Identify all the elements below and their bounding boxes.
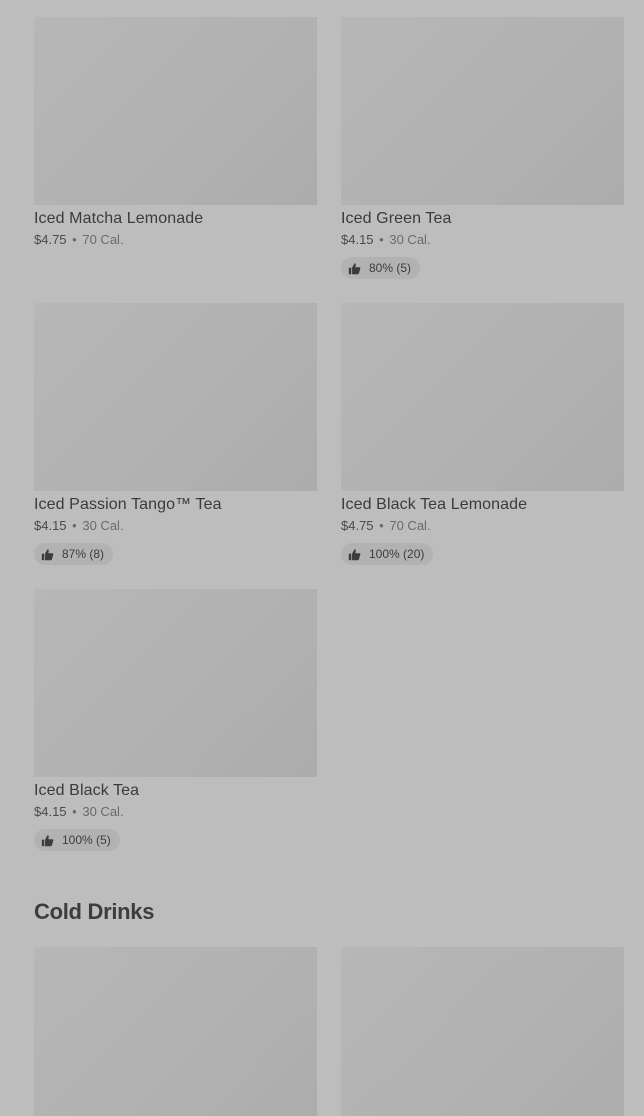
product-name: Iced Black Tea Lemonade bbox=[341, 496, 528, 513]
menu-page: Iced Matcha Lemonade $4.75 • 70 Cal. Ice… bbox=[0, 0, 644, 1116]
product-card-iced-passion-tango-tea[interactable]: Iced Passion Tango™ Tea $4.15 • 30 Cal. … bbox=[34, 303, 317, 589]
product-meta: $4.15 • 30 Cal. bbox=[341, 232, 624, 248]
thumbs-up-icon bbox=[348, 548, 361, 560]
product-calories: 30 Cal. bbox=[82, 518, 124, 533]
rating-value: 80% (5) bbox=[369, 261, 412, 275]
product-image[interactable] bbox=[341, 947, 624, 1116]
separator-dot: • bbox=[379, 518, 384, 533]
product-grid: Iced Matcha Lemonade $4.75 • 70 Cal. Ice… bbox=[34, 17, 624, 875]
product-calories: 30 Cal. bbox=[389, 232, 431, 247]
separator-dot: • bbox=[379, 232, 384, 247]
product-card-iced-matcha-lemonade[interactable]: Iced Matcha Lemonade $4.75 • 70 Cal. bbox=[34, 17, 317, 303]
cold-drinks-grid bbox=[34, 947, 624, 1116]
separator-dot: • bbox=[72, 232, 77, 247]
product-name: Iced Green Tea bbox=[341, 210, 452, 227]
product-price: $4.15 bbox=[34, 804, 67, 819]
thumbs-up-icon bbox=[348, 262, 361, 274]
thumbs-up-icon bbox=[41, 834, 54, 846]
separator-dot: • bbox=[72, 518, 77, 533]
rating-badge: 80% (5) bbox=[341, 257, 421, 279]
rating-value: 100% (5) bbox=[62, 833, 111, 847]
product-calories: 70 Cal. bbox=[82, 232, 124, 247]
product-price: $4.15 bbox=[34, 518, 67, 533]
product-meta: $4.75 • 70 Cal. bbox=[34, 232, 317, 248]
product-image[interactable] bbox=[34, 17, 317, 205]
product-meta: $4.15 • 30 Cal. bbox=[34, 518, 317, 534]
product-calories: 30 Cal. bbox=[82, 804, 124, 819]
product-price: $4.75 bbox=[341, 518, 374, 533]
product-name: Iced Matcha Lemonade bbox=[34, 210, 204, 227]
product-name: Iced Black Tea bbox=[34, 782, 140, 799]
rating-badge: 100% (5) bbox=[34, 829, 120, 851]
product-card-iced-green-tea[interactable]: Iced Green Tea $4.15 • 30 Cal. 80% (5) bbox=[341, 17, 624, 303]
product-price: $4.15 bbox=[341, 232, 374, 247]
product-card-iced-black-tea[interactable]: Iced Black Tea $4.15 • 30 Cal. 100% (5) bbox=[34, 589, 317, 875]
rating-badge: 100% (20) bbox=[341, 543, 434, 565]
rating-badge: 87% (8) bbox=[34, 543, 114, 565]
product-image[interactable] bbox=[34, 589, 317, 777]
separator-dot: • bbox=[72, 804, 77, 819]
product-image[interactable] bbox=[341, 303, 624, 491]
product-image[interactable] bbox=[34, 303, 317, 491]
product-meta: $4.15 • 30 Cal. bbox=[34, 804, 317, 820]
thumbs-up-icon bbox=[41, 548, 54, 560]
rating-value: 100% (20) bbox=[369, 547, 425, 561]
product-name: Iced Passion Tango™ Tea bbox=[34, 496, 222, 513]
product-calories: 70 Cal. bbox=[389, 518, 431, 533]
rating-value: 87% (8) bbox=[62, 547, 105, 561]
product-card-iced-black-tea-lemonade[interactable]: Iced Black Tea Lemonade $4.75 • 70 Cal. … bbox=[341, 303, 624, 589]
product-price: $4.75 bbox=[34, 232, 67, 247]
section-title-cold-drinks: Cold Drinks bbox=[34, 899, 155, 924]
product-image[interactable] bbox=[34, 947, 317, 1116]
product-image[interactable] bbox=[341, 17, 624, 205]
product-meta: $4.75 • 70 Cal. bbox=[341, 518, 624, 534]
